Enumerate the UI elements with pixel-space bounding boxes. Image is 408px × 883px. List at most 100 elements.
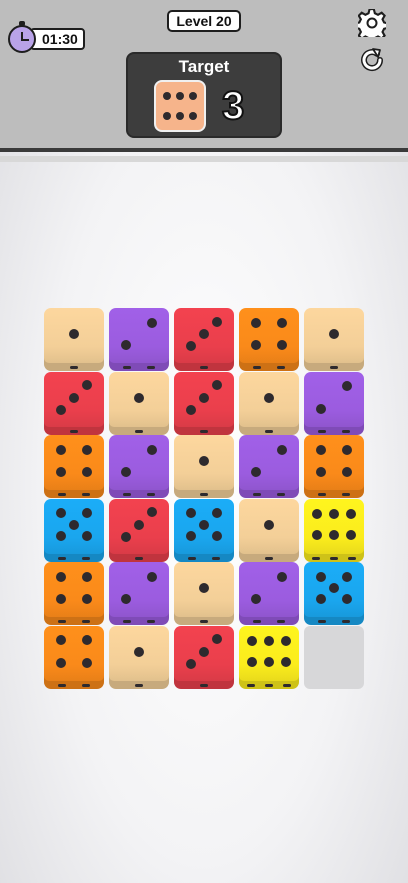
die-orange-4[interactable] [304, 435, 364, 498]
die-yellow-6[interactable] [239, 625, 299, 689]
die-pip [199, 519, 209, 530]
die-face [239, 435, 299, 490]
die-pip [329, 529, 339, 540]
die-side-pip [70, 429, 78, 433]
die-pip [55, 508, 66, 519]
stopwatch-icon [8, 21, 36, 53]
die-pip [264, 656, 274, 667]
die-pip [147, 571, 158, 582]
target-die-pip [189, 111, 198, 120]
die-red-3[interactable] [109, 498, 169, 562]
die-side-pip [330, 366, 338, 369]
die-pip [212, 634, 223, 645]
die-side-pip [342, 429, 350, 433]
dice-board [44, 308, 364, 696]
die-beige-1[interactable] [239, 498, 299, 562]
die-pip [250, 317, 261, 328]
die-face [44, 625, 104, 681]
die-side-pip [58, 683, 66, 687]
die-side-pip [82, 493, 90, 496]
die-pip [345, 509, 356, 520]
die-pip [120, 467, 131, 478]
die-pip [120, 340, 131, 351]
die-purple-2[interactable] [109, 435, 169, 498]
empty-slot[interactable] [304, 625, 364, 689]
die-side-pip [253, 620, 261, 623]
die-face [109, 625, 169, 681]
die-face [44, 308, 104, 363]
die-blue-5[interactable] [44, 498, 104, 562]
die-purple-2[interactable] [239, 435, 299, 498]
die-pip [82, 380, 93, 391]
die-purple-2[interactable] [109, 562, 169, 625]
die-side-pip [283, 683, 291, 687]
die-pip [69, 519, 79, 530]
die-pip [120, 531, 131, 542]
die-purple-2[interactable] [304, 371, 364, 435]
die-pip [342, 381, 353, 392]
die-pip [82, 657, 93, 668]
die-side-pip [147, 366, 155, 369]
die-red-3[interactable] [174, 371, 234, 435]
die-face [109, 435, 169, 490]
die-side-pip [135, 556, 143, 560]
die-face [304, 308, 364, 363]
die-orange-4[interactable] [239, 308, 299, 371]
target-count: 3 [221, 83, 245, 129]
die-red-3[interactable] [44, 371, 104, 435]
die-pip [329, 329, 339, 339]
target-die-pip [189, 92, 198, 101]
restart-icon[interactable] [358, 46, 386, 74]
die-pip [55, 444, 66, 455]
die-side-pip [147, 493, 155, 496]
die-face [239, 308, 299, 363]
die-pip [264, 636, 274, 647]
die-purple-2[interactable] [109, 308, 169, 371]
die-pip [69, 392, 79, 403]
die-beige-1[interactable] [304, 308, 364, 371]
die-pip [185, 658, 196, 669]
die-red-3[interactable] [174, 308, 234, 371]
die-pip [212, 316, 223, 327]
die-pip [82, 571, 93, 582]
die-orange-4[interactable] [44, 562, 104, 625]
die-side-pip [265, 556, 273, 560]
top-bar-divider [0, 156, 408, 162]
die-yellow-6[interactable] [304, 498, 364, 562]
die-pip [329, 583, 339, 593]
die-purple-2[interactable] [239, 562, 299, 625]
die-beige-1[interactable] [44, 308, 104, 371]
level-badge: Level 20 [167, 10, 241, 32]
die-beige-1[interactable] [239, 371, 299, 435]
die-pip [120, 594, 131, 605]
gear-icon[interactable] [358, 9, 386, 37]
die-blue-5[interactable] [304, 562, 364, 625]
die-pip [185, 508, 196, 519]
die-pip [185, 404, 196, 415]
die-face [44, 562, 104, 617]
die-pip [250, 467, 261, 478]
die-side-pip [135, 683, 143, 687]
die-pip [147, 507, 158, 518]
die-side-pip [330, 556, 338, 560]
die-blue-5[interactable] [174, 498, 234, 562]
die-face [44, 498, 104, 554]
die-beige-1[interactable] [174, 562, 234, 625]
target-die-pip [176, 92, 184, 101]
die-beige-1[interactable] [174, 435, 234, 498]
die-side-pip [253, 493, 261, 496]
die-pip [250, 594, 261, 605]
die-pip [277, 317, 288, 328]
die-orange-4[interactable] [44, 625, 104, 689]
die-orange-4[interactable] [44, 435, 104, 498]
die-red-3[interactable] [174, 625, 234, 689]
die-side-pip [82, 683, 90, 687]
die-beige-1[interactable] [109, 625, 169, 689]
die-pip [199, 583, 209, 593]
die-pip [342, 444, 353, 455]
target-die [154, 80, 206, 132]
die-pip [199, 329, 209, 339]
die-pip [277, 571, 288, 582]
die-pip [147, 317, 158, 328]
die-beige-1[interactable] [109, 371, 169, 435]
